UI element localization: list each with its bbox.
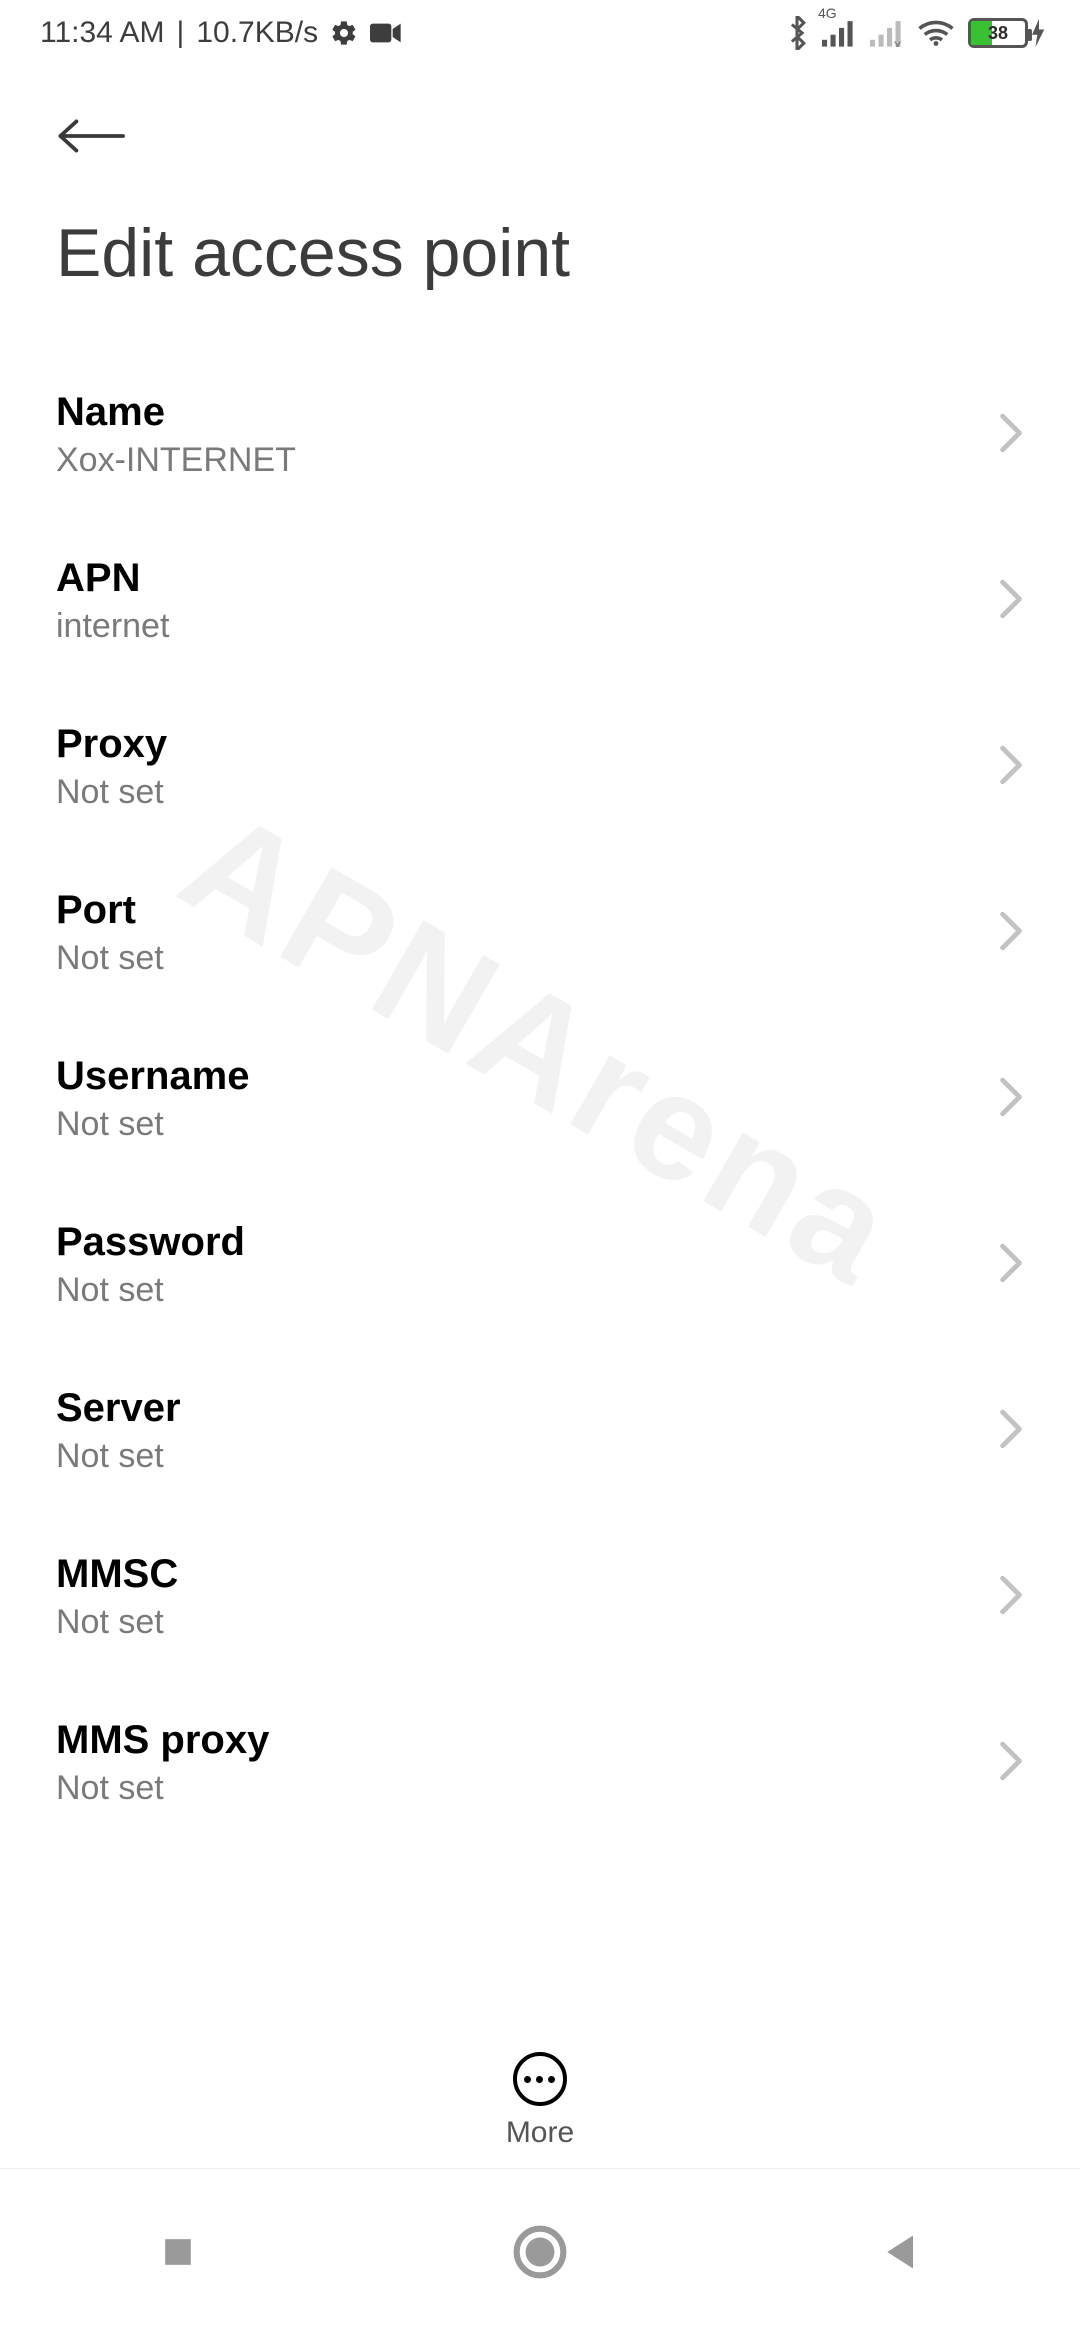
video-icon	[370, 21, 402, 45]
chevron-right-icon	[998, 412, 1024, 459]
status-separator: |	[177, 16, 185, 50]
more-label: More	[506, 2116, 574, 2150]
setting-value: Xox-INTERNET	[56, 441, 998, 480]
back-button[interactable]	[56, 106, 136, 166]
setting-row-password[interactable]: Password Not set	[0, 1182, 1080, 1348]
setting-value: Not set	[56, 1105, 998, 1144]
setting-value: Not set	[56, 1603, 998, 1642]
setting-row-mms-proxy[interactable]: MMS proxy Not set	[0, 1680, 1080, 1846]
setting-label: APN	[56, 556, 998, 601]
chevron-right-icon	[998, 1740, 1024, 1787]
setting-label: Port	[56, 888, 998, 933]
settings-icon	[330, 19, 358, 47]
chevron-right-icon	[998, 578, 1024, 625]
chevron-right-icon	[998, 1408, 1024, 1455]
setting-label: Name	[56, 390, 998, 435]
setting-row-port[interactable]: Port Not set	[0, 850, 1080, 1016]
setting-label: Proxy	[56, 722, 998, 767]
status-bar: 11:34 AM | 10.7KB/s 4G x 38	[0, 0, 1080, 66]
setting-row-mmsc[interactable]: MMSC Not set	[0, 1514, 1080, 1680]
page-title: Edit access point	[56, 214, 1024, 292]
setting-value: internet	[56, 607, 998, 646]
chevron-right-icon	[998, 744, 1024, 791]
bottom-action-bar: More	[0, 2018, 1080, 2168]
android-nav-bar	[0, 2168, 1080, 2340]
setting-row-server[interactable]: Server Not set	[0, 1348, 1080, 1514]
battery-indicator: 38	[968, 18, 1046, 48]
chevron-right-icon	[998, 910, 1024, 957]
setting-value: Not set	[56, 939, 998, 978]
chevron-right-icon	[998, 1574, 1024, 1621]
setting-row-username[interactable]: Username Not set	[0, 1016, 1080, 1182]
setting-value: Not set	[56, 1769, 998, 1808]
chevron-right-icon	[998, 1242, 1024, 1289]
setting-value: Not set	[56, 1437, 998, 1476]
more-icon	[513, 2052, 567, 2106]
setting-value: Not set	[56, 773, 998, 812]
setting-row-name[interactable]: Name Xox-INTERNET	[0, 352, 1080, 518]
nav-home-button[interactable]	[512, 2224, 568, 2285]
nav-back-button[interactable]	[880, 2230, 924, 2279]
status-net-speed: 10.7KB/s	[196, 16, 318, 50]
status-time: 11:34 AM	[40, 16, 165, 50]
arrow-left-icon	[56, 116, 126, 156]
more-button[interactable]: More	[506, 2052, 574, 2150]
svg-text:x: x	[894, 37, 902, 47]
setting-label: Password	[56, 1220, 998, 1265]
setting-label: MMS proxy	[56, 1718, 998, 1763]
setting-row-apn[interactable]: APN internet	[0, 518, 1080, 684]
settings-list: Name Xox-INTERNET APN internet Proxy Not…	[0, 352, 1080, 1846]
setting-value: Not set	[56, 1271, 998, 1310]
bluetooth-icon	[786, 16, 808, 50]
setting-label: Server	[56, 1386, 998, 1431]
wifi-icon	[918, 19, 954, 47]
setting-label: MMSC	[56, 1552, 998, 1597]
charging-icon	[1032, 19, 1046, 47]
signal-2-icon: x	[870, 19, 904, 47]
setting-row-proxy[interactable]: Proxy Not set	[0, 684, 1080, 850]
setting-label: Username	[56, 1054, 998, 1099]
chevron-right-icon	[998, 1076, 1024, 1123]
nav-recent-button[interactable]	[156, 2230, 200, 2279]
signal-1-icon: 4G	[822, 19, 856, 47]
